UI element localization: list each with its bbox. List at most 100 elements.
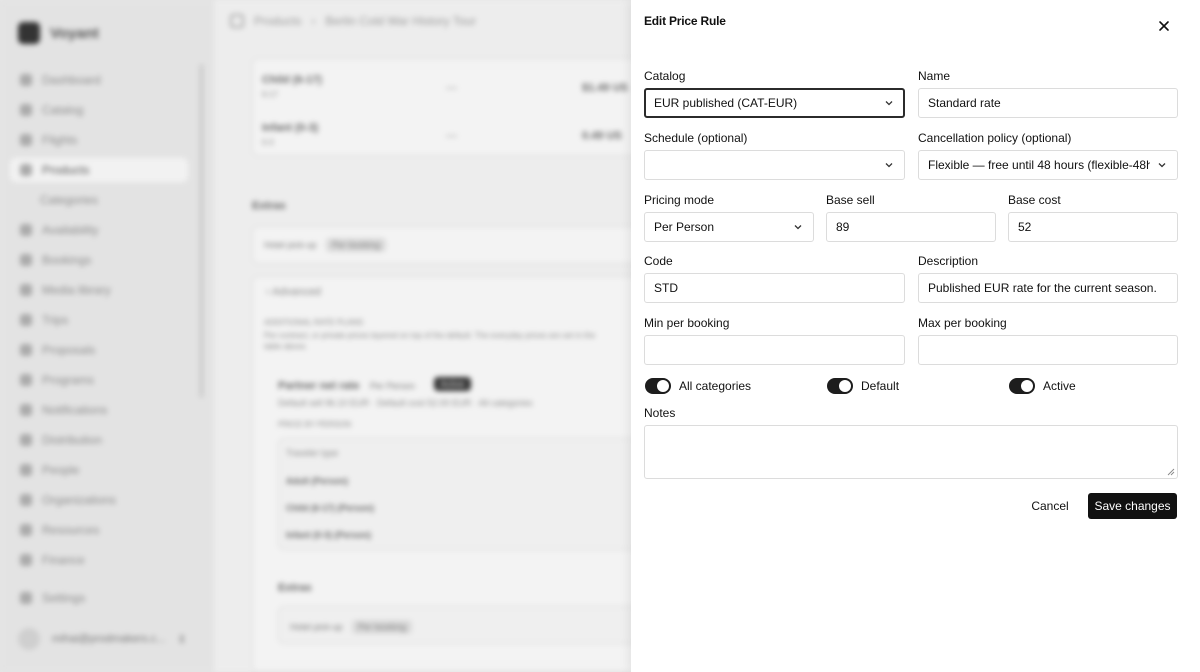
sidebar-item-media-library: Media library <box>10 278 188 302</box>
name-input[interactable] <box>918 88 1178 118</box>
min-per-booking-input[interactable] <box>644 335 905 365</box>
products-icon <box>20 164 32 176</box>
avatar <box>18 628 40 650</box>
base-cost-field[interactable] <box>1018 220 1168 234</box>
sidebar-item-flights: Flights <box>10 128 188 152</box>
cancellation-label: Cancellation policy (optional) <box>918 131 1072 145</box>
close-icon <box>1159 21 1169 31</box>
sidebar-item-dashboard: Dashboard <box>10 68 188 92</box>
flights-icon <box>20 134 32 146</box>
advanced-toggle: › Advanced <box>266 286 322 298</box>
pricing-mode-select[interactable]: Per Person <box>644 212 814 242</box>
toggle-switch[interactable] <box>1009 378 1035 394</box>
default-label: Default <box>861 379 900 393</box>
toggle-switch[interactable] <box>645 378 671 394</box>
bookings-icon <box>20 254 32 266</box>
finance-icon <box>20 554 32 566</box>
table-row: Child (6-17) <box>262 74 322 86</box>
toggle-switch[interactable] <box>827 378 853 394</box>
all-categories-toggle[interactable]: All categories <box>645 378 751 394</box>
catalog-label: Catalog <box>644 69 686 83</box>
settings-icon <box>20 592 32 604</box>
sidebar-item-categories: Categories <box>40 193 99 207</box>
code-input[interactable] <box>644 273 905 303</box>
sidebar-item-notifications: Notifications <box>10 398 188 422</box>
chevron-down-icon <box>794 225 802 230</box>
base-sell-input[interactable] <box>826 212 996 242</box>
resize-handle-icon[interactable] <box>1167 468 1175 476</box>
edit-price-rule-panel: Edit Price Rule Catalog EUR published (C… <box>631 0 1200 672</box>
cancel-button[interactable]: Cancel <box>1027 493 1073 519</box>
chevron-down-icon <box>885 163 893 168</box>
media-icon <box>20 284 32 296</box>
sidebar-item-products: Products <box>10 158 188 182</box>
max-per-booking-field[interactable] <box>928 343 1168 357</box>
name-field[interactable] <box>928 96 1168 110</box>
save-changes-button[interactable]: Save changes <box>1088 493 1177 519</box>
base-sell-label: Base sell <box>826 193 875 207</box>
table-row: Infant (0-3) (Person) <box>286 530 372 540</box>
default-toggle[interactable]: Default <box>827 378 899 394</box>
max-per-booking-label: Max per booking <box>918 316 1007 330</box>
sidebar-item-programs: Programs <box>10 368 188 392</box>
code-label: Code <box>644 254 673 268</box>
code-field[interactable] <box>654 281 895 295</box>
table-row: Infant (0-3) <box>262 122 319 134</box>
chevron-down-icon <box>1158 163 1166 168</box>
description-input[interactable] <box>918 273 1178 303</box>
sidebar-item-proposals: Proposals <box>10 338 188 362</box>
brand-logo: Voyant <box>18 22 99 44</box>
notes-textarea[interactable] <box>644 425 1178 479</box>
notifications-icon <box>20 404 32 416</box>
user-email: mihai@prodmakers.c... <box>52 633 166 645</box>
availability-icon <box>20 224 32 236</box>
description-label: Description <box>918 254 979 268</box>
section-heading: Extras <box>252 200 286 212</box>
sidebar: Voyant Dashboard Catalog Flights Product… <box>0 0 214 672</box>
name-label: Name <box>918 69 951 83</box>
max-per-booking-input[interactable] <box>918 335 1178 365</box>
sidebar-item-organizations: Organizations <box>10 488 188 512</box>
brand-name: Voyant <box>50 24 99 42</box>
active-toggle[interactable]: Active <box>1009 378 1076 394</box>
panel-title: Edit Price Rule <box>644 14 726 28</box>
close-button[interactable] <box>1155 17 1173 35</box>
chevron-updown-icon: ⇕ <box>177 633 187 646</box>
pricing-mode-label: Pricing mode <box>644 193 715 207</box>
breadcrumb-separator-icon: › <box>311 14 316 28</box>
catalog-icon <box>20 104 32 116</box>
sidebar-item-finance: Finance <box>10 548 188 572</box>
sidebar-item-bookings: Bookings <box>10 248 188 272</box>
base-sell-field[interactable] <box>836 220 986 234</box>
resources-icon <box>20 524 32 536</box>
catalog-select[interactable]: EUR published (CAT-EUR) <box>644 88 905 118</box>
notes-label: Notes <box>644 406 676 420</box>
sidebar-item-resources: Resources <box>10 518 188 542</box>
all-categories-label: All categories <box>679 379 752 393</box>
sidebar-scrollbar <box>199 64 204 398</box>
active-label: Active <box>1043 379 1076 393</box>
sidebar-item-distribution: Distribution <box>10 428 188 452</box>
logo-icon <box>18 22 40 44</box>
schedule-select[interactable] <box>644 150 905 180</box>
sidebar-item-catalog: Catalog <box>10 98 188 122</box>
schedule-label: Schedule (optional) <box>644 131 748 145</box>
sidebar-toggle-icon <box>230 14 244 28</box>
trips-icon <box>20 314 32 326</box>
sidebar-item-people: People <box>10 458 188 482</box>
cancellation-policy-select[interactable]: Flexible — free until 48 hours (flexible… <box>918 150 1178 180</box>
table-row: Adult (Person) <box>286 476 348 486</box>
user-menu: mihai@prodmakers.c... ⇕ <box>18 628 186 650</box>
min-per-booking-field[interactable] <box>654 343 895 357</box>
min-per-booking-label: Min per booking <box>644 316 730 330</box>
table-row: Child (6-17) (Person) <box>286 503 375 513</box>
base-cost-input[interactable] <box>1008 212 1178 242</box>
description-field[interactable] <box>928 281 1168 295</box>
sidebar-item-trips: Trips <box>10 308 188 332</box>
sidebar-item-availability: Availability <box>10 218 188 242</box>
chevron-down-icon <box>885 101 893 106</box>
base-cost-label: Base cost <box>1008 193 1061 207</box>
breadcrumb: Products › Berlin Cold War History Tour <box>230 14 476 28</box>
proposals-icon <box>20 344 32 356</box>
distribution-icon <box>20 434 32 446</box>
